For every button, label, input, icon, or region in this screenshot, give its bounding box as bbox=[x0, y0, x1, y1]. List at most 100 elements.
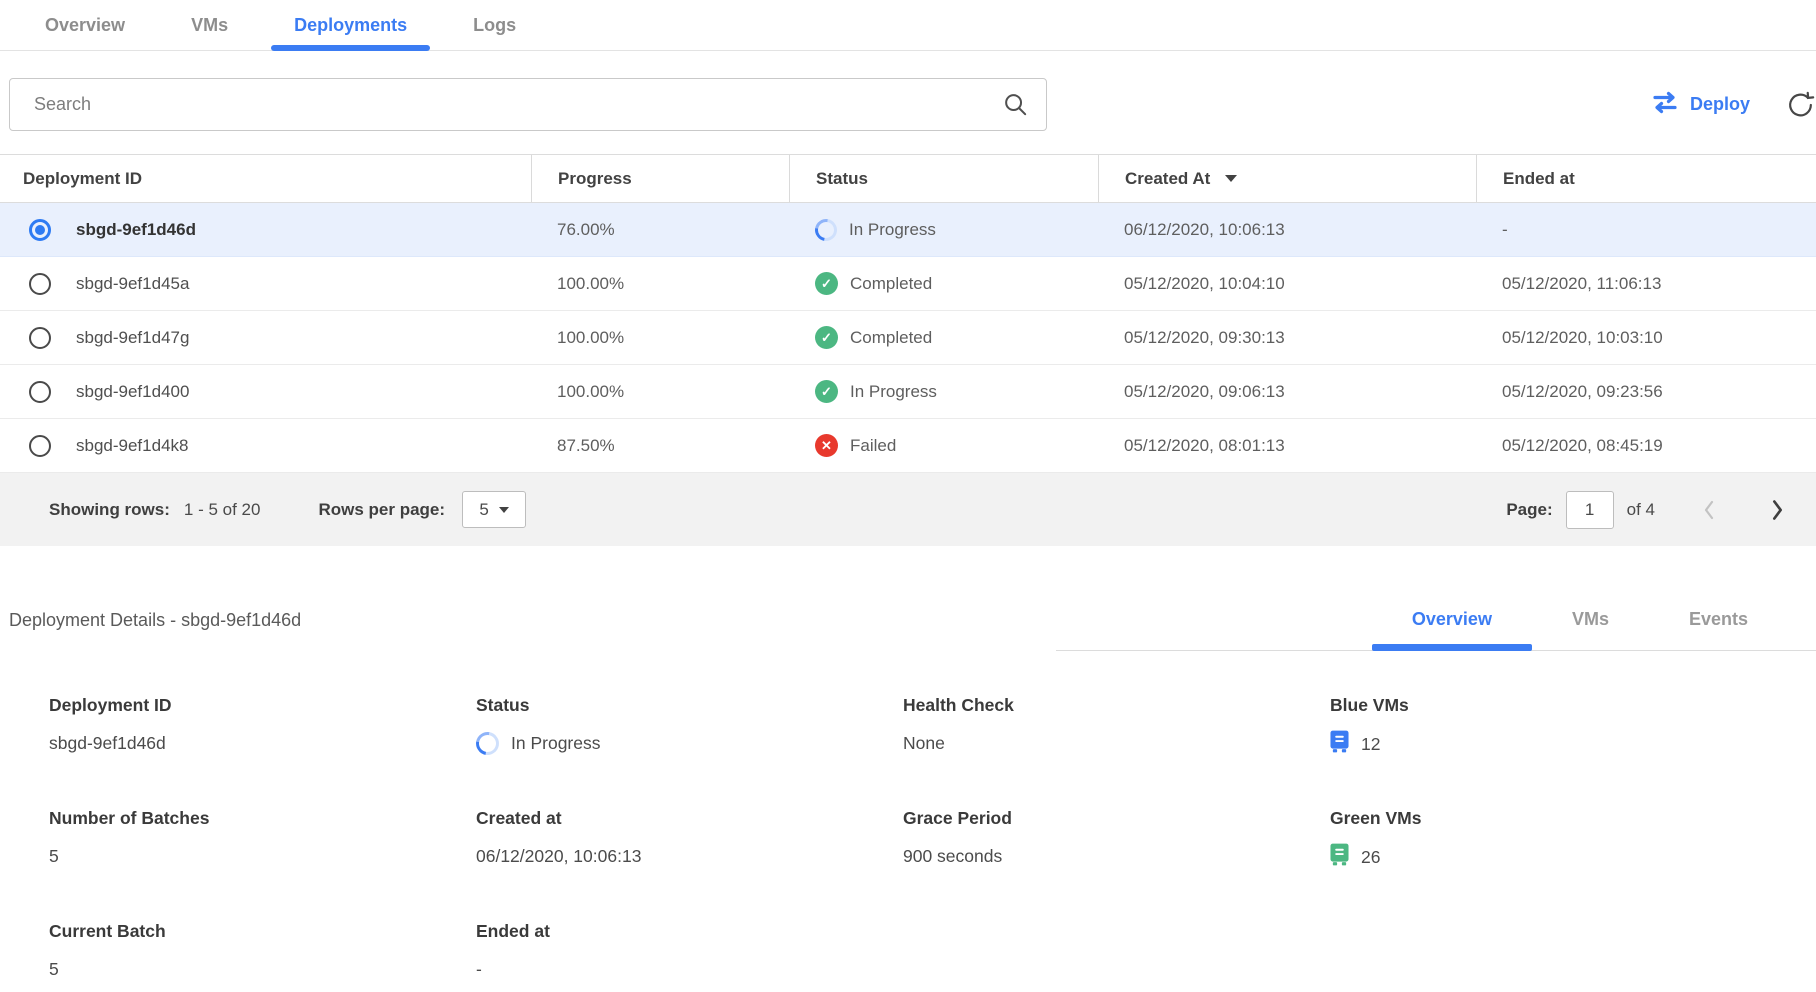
detail-value: In Progress bbox=[511, 733, 600, 754]
refresh-icon[interactable] bbox=[1785, 81, 1816, 129]
details-tab-overview[interactable]: Overview bbox=[1372, 609, 1532, 650]
deployment-id: sbgd-9ef1d45a bbox=[76, 274, 189, 294]
detail-field-grace-period: Grace Period 900 seconds bbox=[903, 808, 1330, 871]
tab-deployments[interactable]: Deployments bbox=[271, 0, 430, 50]
select-caret-icon bbox=[499, 507, 509, 513]
details-grid: Deployment ID sbgd-9ef1d46d Status In Pr… bbox=[0, 695, 1816, 982]
detail-field-created-at: Created at 06/12/2020, 10:06:13 bbox=[476, 808, 903, 871]
page-total: of 4 bbox=[1627, 500, 1655, 520]
tab-vms[interactable]: VMs bbox=[168, 0, 251, 50]
status-cell: Failed bbox=[789, 434, 1098, 457]
showing-rows-label: Showing rows: bbox=[49, 500, 170, 520]
table-row[interactable]: sbgd-9ef1d46d 76.00% In Progress 06/12/2… bbox=[0, 203, 1816, 257]
pager: Page: of 4 bbox=[1506, 491, 1786, 529]
ended-at-value: - bbox=[1476, 220, 1816, 240]
progress-value: 87.50% bbox=[531, 436, 789, 456]
details-tab-bar: Overview VMs Events bbox=[1056, 592, 1816, 651]
details-tab-vms[interactable]: VMs bbox=[1532, 609, 1649, 650]
deployment-id: sbgd-9ef1d47g bbox=[76, 328, 189, 348]
main-tab-bar: Overview VMs Deployments Logs bbox=[0, 0, 1816, 51]
table-row[interactable]: sbgd-9ef1d45a 100.00% Completed 05/12/20… bbox=[0, 257, 1816, 311]
sort-desc-icon bbox=[1225, 175, 1237, 182]
status-label: Completed bbox=[850, 274, 932, 294]
status-badge-icon bbox=[815, 272, 838, 295]
detail-field-health-check: Health Check None bbox=[903, 695, 1330, 758]
detail-field-current-batch: Current Batch 5 bbox=[49, 921, 476, 982]
table-body: sbgd-9ef1d46d 76.00% In Progress 06/12/2… bbox=[0, 203, 1816, 473]
deploy-button[interactable]: Deploy bbox=[1651, 91, 1750, 119]
col-header-status[interactable]: Status bbox=[789, 155, 1098, 202]
detail-field-deployment-id: Deployment ID sbgd-9ef1d46d bbox=[49, 695, 476, 758]
row-radio[interactable] bbox=[29, 381, 51, 403]
detail-field-status: Status In Progress bbox=[476, 695, 903, 758]
detail-field-ended-at: Ended at - bbox=[476, 921, 903, 982]
ended-at-value: 05/12/2020, 11:06:13 bbox=[1476, 274, 1816, 294]
table-row[interactable]: sbgd-9ef1d47g 100.00% Completed 05/12/20… bbox=[0, 311, 1816, 365]
col-header-ended-at[interactable]: Ended at bbox=[1476, 155, 1816, 202]
table-header: Deployment ID Progress Status Created At… bbox=[0, 154, 1816, 203]
tab-deployments-label: Deployments bbox=[294, 15, 407, 36]
status-badge-icon bbox=[815, 380, 838, 403]
detail-field-blue-vms: Blue VMs 12 bbox=[1330, 695, 1816, 758]
spinner-icon bbox=[811, 214, 842, 245]
created-at-value: 05/12/2020, 08:01:13 bbox=[1098, 436, 1476, 456]
tab-logs-label: Logs bbox=[473, 15, 516, 36]
details-title: Deployment Details - sbgd-9ef1d46d bbox=[0, 610, 301, 651]
progress-value: 100.00% bbox=[531, 382, 789, 402]
created-at-value: 05/12/2020, 10:04:10 bbox=[1098, 274, 1476, 294]
search-box bbox=[9, 78, 1047, 131]
page-number-input[interactable] bbox=[1566, 491, 1614, 529]
search-icon bbox=[1002, 91, 1029, 123]
status-label: Failed bbox=[850, 436, 896, 456]
col-header-deployment-id[interactable]: Deployment ID bbox=[0, 155, 531, 202]
status-badge-icon bbox=[815, 434, 838, 457]
deploy-swap-icon bbox=[1651, 91, 1679, 119]
previous-page-button[interactable] bbox=[1701, 498, 1717, 522]
row-radio[interactable] bbox=[29, 273, 51, 295]
deploy-button-label: Deploy bbox=[1690, 94, 1750, 115]
status-cell: In Progress bbox=[789, 380, 1098, 403]
ended-at-value: 05/12/2020, 10:03:10 bbox=[1476, 328, 1816, 348]
deployment-details-section: Deployment Details - sbgd-9ef1d46d Overv… bbox=[0, 592, 1816, 982]
detail-value: sbgd-9ef1d46d bbox=[49, 733, 166, 754]
table-row[interactable]: sbgd-9ef1d400 100.00% In Progress 05/12/… bbox=[0, 365, 1816, 419]
row-radio[interactable] bbox=[29, 435, 51, 457]
deployment-id: sbgd-9ef1d46d bbox=[76, 220, 196, 240]
toolbar: Deploy bbox=[0, 78, 1816, 131]
row-radio[interactable] bbox=[29, 219, 51, 241]
created-at-value: 05/12/2020, 09:06:13 bbox=[1098, 382, 1476, 402]
created-at-value: 06/12/2020, 10:06:13 bbox=[1098, 220, 1476, 240]
spinner-icon bbox=[471, 727, 503, 759]
deployments-table: Deployment ID Progress Status Created At… bbox=[0, 154, 1816, 546]
status-label: Completed bbox=[850, 328, 932, 348]
tab-overview-label: Overview bbox=[45, 15, 125, 36]
status-label: In Progress bbox=[849, 220, 936, 240]
row-radio[interactable] bbox=[29, 327, 51, 349]
details-tab-events[interactable]: Events bbox=[1649, 609, 1788, 650]
rows-per-page-select[interactable]: 5 bbox=[462, 491, 526, 528]
detail-value: 5 bbox=[49, 959, 59, 980]
tab-overview[interactable]: Overview bbox=[22, 0, 148, 50]
deployment-id: sbgd-9ef1d4k8 bbox=[76, 436, 188, 456]
status-badge-icon bbox=[815, 326, 838, 349]
ended-at-value: 05/12/2020, 08:45:19 bbox=[1476, 436, 1816, 456]
rows-per-page-value: 5 bbox=[479, 500, 488, 520]
deployment-id: sbgd-9ef1d400 bbox=[76, 382, 189, 402]
vm-server-icon bbox=[1330, 730, 1349, 758]
progress-value: 76.00% bbox=[531, 220, 789, 240]
page-label: Page: bbox=[1506, 500, 1552, 520]
status-label: In Progress bbox=[850, 382, 937, 402]
table-row[interactable]: sbgd-9ef1d4k8 87.50% Failed 05/12/2020, … bbox=[0, 419, 1816, 473]
tab-logs[interactable]: Logs bbox=[450, 0, 539, 50]
search-input[interactable] bbox=[9, 78, 1047, 131]
progress-value: 100.00% bbox=[531, 274, 789, 294]
detail-value: None bbox=[903, 733, 945, 754]
vm-server-icon bbox=[1330, 843, 1349, 871]
detail-value: 06/12/2020, 10:06:13 bbox=[476, 846, 641, 867]
status-cell: Completed bbox=[789, 272, 1098, 295]
col-header-created-at[interactable]: Created At bbox=[1098, 155, 1476, 202]
created-at-value: 05/12/2020, 09:30:13 bbox=[1098, 328, 1476, 348]
table-footer: Showing rows: 1 - 5 of 20 Rows per page:… bbox=[0, 473, 1816, 546]
next-page-button[interactable] bbox=[1769, 497, 1786, 523]
col-header-progress[interactable]: Progress bbox=[531, 155, 789, 202]
